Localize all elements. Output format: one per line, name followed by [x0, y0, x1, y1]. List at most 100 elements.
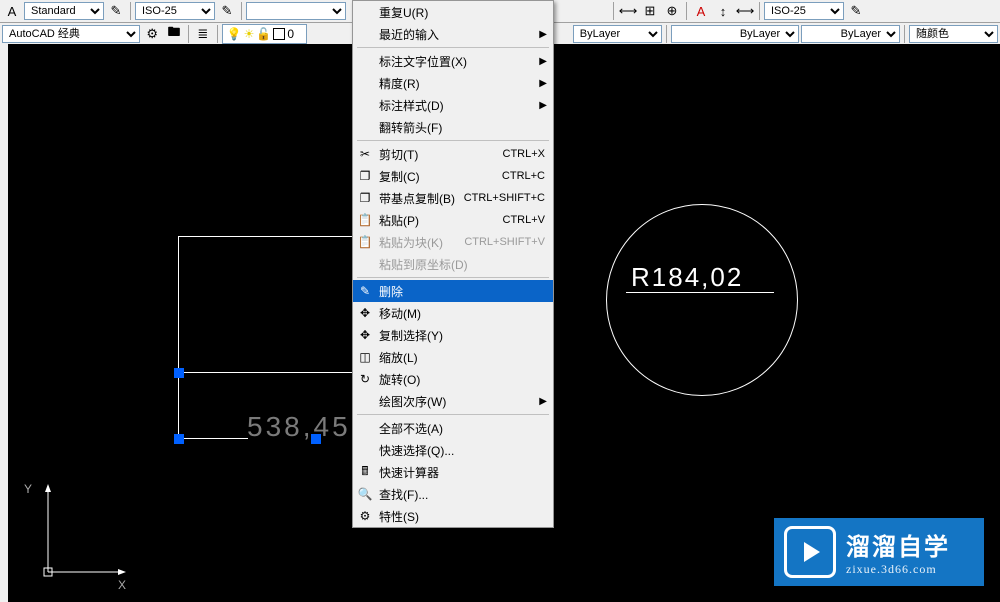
dim-text-1[interactable]: 538,45	[247, 411, 351, 443]
text-style-icon[interactable]: A	[2, 1, 22, 21]
watermark-url: zixue.3d66.com	[846, 562, 950, 577]
axis-y-label: Y	[24, 482, 32, 496]
eraser-icon: ✎	[357, 284, 373, 298]
separator	[188, 25, 189, 43]
gutter-left	[0, 44, 8, 602]
dim-text-2[interactable]: R184,02	[631, 262, 743, 293]
dim-baseline-icon[interactable]: ⊞	[640, 1, 660, 21]
menu-separator	[357, 140, 549, 141]
text-style-combo[interactable]: Standard	[24, 2, 104, 20]
find-icon: 🔍	[357, 487, 373, 501]
dim-tool-icon[interactable]: ✎	[106, 1, 126, 21]
layer-manager-icon[interactable]: ≣	[193, 24, 213, 44]
dim-jog-icon[interactable]: ⟷	[735, 1, 755, 21]
menu-deselect-all[interactable]: 全部不选(A)	[353, 417, 553, 439]
grip[interactable]	[174, 368, 184, 378]
copy-base-icon: ❐	[357, 191, 373, 205]
move-icon: ✥	[357, 306, 373, 320]
play-icon	[784, 526, 836, 578]
workspace-save-icon[interactable]: 🖿	[164, 24, 184, 44]
color-combo[interactable]: 随颜色	[909, 25, 998, 43]
menu-recent-input[interactable]: 最近的输入▶	[353, 23, 553, 45]
separator	[666, 25, 667, 43]
menu-copy-base[interactable]: ❐带基点复制(B)CTRL+SHIFT+C	[353, 187, 553, 209]
scissors-icon: ✂	[357, 147, 373, 161]
menu-separator	[357, 277, 549, 278]
rotate-icon: ↻	[357, 372, 373, 386]
bulb-icon: 💡	[227, 27, 242, 41]
separator	[613, 2, 614, 20]
menu-quick-select[interactable]: 快速选择(Q)...	[353, 439, 553, 461]
linetype-combo[interactable]: ByLayer	[573, 25, 662, 43]
scale-icon: ◫	[357, 350, 373, 364]
copy-icon: ❐	[357, 169, 373, 183]
separator	[759, 2, 760, 20]
dim-line-left	[178, 438, 248, 439]
dim-break-icon[interactable]: A	[691, 1, 711, 21]
menu-precision[interactable]: 精度(R)▶	[353, 72, 553, 94]
menu-move[interactable]: ✥移动(M)	[353, 302, 553, 324]
menu-paste-orig: 粘贴到原坐标(D)	[353, 253, 553, 275]
calculator-icon: 🖩	[357, 462, 373, 483]
separator	[686, 2, 687, 20]
menu-copy[interactable]: ❐复制(C)CTRL+C	[353, 165, 553, 187]
watermark: 溜溜自学 zixue.3d66.com	[774, 518, 984, 586]
grip[interactable]	[311, 434, 321, 444]
menu-dim-text-pos[interactable]: 标注文字位置(X)▶	[353, 50, 553, 72]
chevron-right-icon: ▶	[539, 100, 547, 111]
menu-scale[interactable]: ◫缩放(L)	[353, 346, 553, 368]
dim-update-icon[interactable]: ✎	[217, 1, 237, 21]
menu-separator	[357, 47, 549, 48]
layer-color-swatch	[273, 28, 285, 40]
workspace-combo[interactable]: AutoCAD 经典	[2, 25, 140, 43]
menu-repeat[interactable]: 重复U(R)	[353, 1, 553, 23]
copy-sel-icon: ✥	[357, 328, 373, 342]
menu-delete[interactable]: ✎删除	[353, 280, 553, 302]
workspace-settings-icon[interactable]: ⚙	[142, 24, 162, 44]
menu-copy-sel[interactable]: ✥复制选择(Y)	[353, 324, 553, 346]
table-style-combo[interactable]	[246, 2, 346, 20]
separator	[241, 2, 242, 20]
dim-quick-icon[interactable]: ⟷	[618, 1, 638, 21]
dim-continue-icon[interactable]: ⊕	[662, 1, 682, 21]
lineweight-combo[interactable]: ByLayer	[671, 25, 799, 43]
menu-rotate[interactable]: ↻旋转(O)	[353, 368, 553, 390]
watermark-brand: 溜溜自学	[846, 527, 950, 562]
rectangle-entity[interactable]	[178, 236, 353, 373]
menu-paste[interactable]: 📋粘贴(P)CTRL+V	[353, 209, 553, 231]
dim-style-combo-2[interactable]: ISO-25	[764, 2, 844, 20]
properties-icon: ⚙	[357, 509, 373, 523]
layer-name: 0	[287, 27, 294, 41]
chevron-right-icon: ▶	[539, 78, 547, 89]
chevron-right-icon: ▶	[539, 29, 547, 40]
chevron-right-icon: ▶	[539, 396, 547, 407]
menu-cut[interactable]: ✂剪切(T)CTRL+X	[353, 143, 553, 165]
separator	[217, 25, 218, 43]
menu-draw-order[interactable]: 绘图次序(W)▶	[353, 390, 553, 412]
circle-entity[interactable]	[606, 204, 798, 396]
layer-combo[interactable]: 💡 ☀ 🔓 0	[222, 24, 307, 44]
menu-find[interactable]: 🔍查找(F)...	[353, 483, 553, 505]
grip[interactable]	[174, 434, 184, 444]
sun-icon: ☀	[244, 27, 255, 41]
ucs-icon	[18, 472, 128, 592]
dim-override-icon[interactable]: ✎	[846, 1, 866, 21]
menu-properties[interactable]: ⚙特性(S)	[353, 505, 553, 527]
paste-icon: 📋	[357, 213, 373, 227]
dim-ext-left	[178, 371, 179, 443]
menu-separator	[357, 414, 549, 415]
dim-space-icon[interactable]: ↕	[713, 1, 733, 21]
menu-flip-arrow[interactable]: 翻转箭头(F)	[353, 116, 553, 138]
lock-icon: 🔓	[256, 27, 271, 41]
chevron-right-icon: ▶	[539, 56, 547, 67]
separator	[130, 2, 131, 20]
menu-paste-block: 📋粘贴为块(K)CTRL+SHIFT+V	[353, 231, 553, 253]
axis-x-label: X	[118, 578, 126, 592]
menu-quick-calc[interactable]: 🖩快速计算器	[353, 461, 553, 483]
dim-style-combo[interactable]: ISO-25	[135, 2, 215, 20]
separator	[904, 25, 905, 43]
plotstyle-combo[interactable]: ByLayer	[801, 25, 900, 43]
context-menu: 重复U(R) 最近的输入▶ 标注文字位置(X)▶ 精度(R)▶ 标注样式(D)▶…	[352, 0, 554, 528]
menu-dim-style[interactable]: 标注样式(D)▶	[353, 94, 553, 116]
paste-block-icon: 📋	[357, 235, 373, 249]
